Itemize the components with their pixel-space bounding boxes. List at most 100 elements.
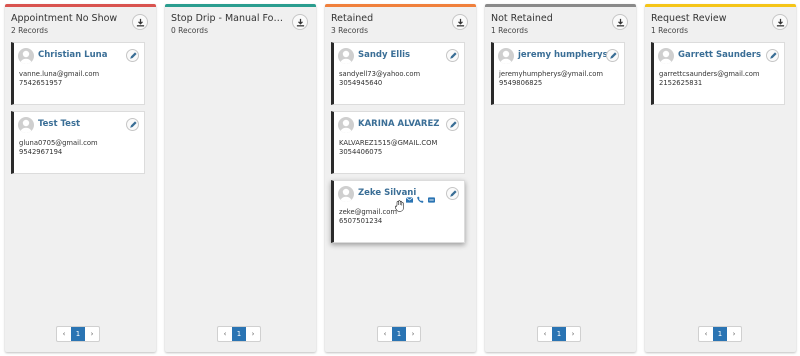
prev-page-button[interactable]: ‹ <box>378 327 392 341</box>
edit-button[interactable] <box>446 49 459 62</box>
pagination: ‹ 1 › <box>377 326 421 342</box>
column-color-bar <box>485 4 636 7</box>
contact-email: sandyell73@yahoo.com <box>339 70 421 78</box>
phone-icon[interactable] <box>417 188 424 207</box>
column-retained: Retained 3 Records Sandy Ellis sandyell7… <box>325 4 476 352</box>
card-quick-actions <box>405 188 435 207</box>
next-page-button[interactable]: › <box>406 327 420 341</box>
column-color-bar <box>325 4 476 7</box>
column-title: Appointment No Show <box>11 13 118 24</box>
download-button[interactable] <box>772 14 788 30</box>
download-icon <box>616 18 624 26</box>
prev-page-button[interactable]: ‹ <box>218 327 232 341</box>
pagination: ‹ 1 › <box>537 326 581 342</box>
download-icon <box>296 18 304 26</box>
next-page-button[interactable]: › <box>566 327 580 341</box>
record-card[interactable]: Christian Luna vanne.luna@gmail.com 7542… <box>11 42 145 105</box>
contact-email: KALVAREZ1515@GMAIL.COM <box>339 139 438 147</box>
contact-email: garrettcsaunders@gmail.com <box>659 70 760 78</box>
contact-name-link[interactable]: jeremy humpherys <box>518 50 608 60</box>
page-1-button[interactable]: 1 <box>71 327 85 341</box>
contact-phone: 3054406075 <box>339 148 383 156</box>
contact-email: zeke@gmail.com <box>339 208 397 216</box>
contact-name-link[interactable]: Garrett Saunders <box>678 50 761 60</box>
message-icon[interactable] <box>428 188 435 207</box>
next-page-button[interactable]: › <box>246 327 260 341</box>
prev-page-button[interactable]: ‹ <box>699 327 713 341</box>
column-record-count: 1 Records <box>491 26 528 35</box>
pencil-icon <box>449 51 457 59</box>
user-avatar-icon <box>338 186 354 202</box>
contact-phone: 2152625831 <box>659 79 703 87</box>
column-color-bar <box>645 4 796 7</box>
user-avatar-icon <box>498 48 514 64</box>
record-card[interactable]: KARINA ALVAREZ KALVAREZ1515@GMAIL.COM 30… <box>331 111 465 174</box>
contact-phone: 3054945640 <box>339 79 383 87</box>
column-color-bar <box>165 4 316 7</box>
page-1-button[interactable]: 1 <box>552 327 566 341</box>
pencil-icon <box>609 51 617 59</box>
download-button[interactable] <box>292 14 308 30</box>
record-card[interactable]: Garrett Saunders garrettcsaunders@gmail.… <box>651 42 785 105</box>
prev-page-button[interactable]: ‹ <box>57 327 71 341</box>
next-page-button[interactable]: › <box>727 327 741 341</box>
kanban-board: Appointment No Show 2 Records Christian … <box>0 0 800 356</box>
column-title: Stop Drip - Manual Follow ... <box>171 13 283 24</box>
user-avatar-icon <box>18 117 34 133</box>
pagination: ‹ 1 › <box>56 326 100 342</box>
contact-name-link[interactable]: Test Test <box>38 119 80 129</box>
contact-phone: 9549806825 <box>499 79 543 87</box>
column-color-bar <box>5 4 156 7</box>
contact-phone: 6507501234 <box>339 217 383 225</box>
record-card[interactable]: Sandy Ellis sandyell73@yahoo.com 3054945… <box>331 42 465 105</box>
edit-button[interactable] <box>126 49 139 62</box>
user-avatar-icon <box>658 48 674 64</box>
column-not-retained: Not Retained 1 Records jeremy humpherys … <box>485 4 636 352</box>
page-1-button[interactable]: 1 <box>392 327 406 341</box>
user-avatar-icon <box>338 48 354 64</box>
page-1-button[interactable]: 1 <box>232 327 246 341</box>
contact-name-link[interactable]: KARINA ALVAREZ <box>358 119 439 129</box>
download-button[interactable] <box>452 14 468 30</box>
column-record-count: 2 Records <box>11 26 48 35</box>
column-record-count: 3 Records <box>331 26 368 35</box>
record-card[interactable]: Test Test gluna0705@gmail.com 9542967194 <box>11 111 145 174</box>
pencil-icon <box>769 51 777 59</box>
column-title: Retained <box>331 13 374 24</box>
column-appointment-no-show: Appointment No Show 2 Records Christian … <box>5 4 156 352</box>
edit-button[interactable] <box>446 118 459 131</box>
pencil-icon <box>449 189 457 197</box>
next-page-button[interactable]: › <box>85 327 99 341</box>
pencil-icon <box>449 120 457 128</box>
edit-button[interactable] <box>126 118 139 131</box>
edit-button[interactable] <box>766 49 779 62</box>
page-1-button[interactable]: 1 <box>713 327 727 341</box>
download-icon <box>776 18 784 26</box>
record-card[interactable]: jeremy humpherys jeremyhumpherys@ymail.c… <box>491 42 625 105</box>
column-record-count: 0 Records <box>171 26 208 35</box>
user-avatar-icon <box>18 48 34 64</box>
column-title: Request Review <box>651 13 727 24</box>
pagination: ‹ 1 › <box>217 326 261 342</box>
download-icon <box>456 18 464 26</box>
contact-email: jeremyhumpherys@ymail.com <box>499 70 603 78</box>
contact-name-link[interactable]: Sandy Ellis <box>358 50 410 60</box>
column-record-count: 1 Records <box>651 26 688 35</box>
edit-button[interactable] <box>606 49 619 62</box>
pencil-icon <box>129 120 137 128</box>
contact-email: gluna0705@gmail.com <box>19 139 98 147</box>
pencil-icon <box>129 51 137 59</box>
envelope-icon[interactable] <box>405 188 414 207</box>
pagination: ‹ 1 › <box>698 326 742 342</box>
download-icon <box>136 18 144 26</box>
contact-phone: 9542967194 <box>19 148 63 156</box>
column-title: Not Retained <box>491 13 553 24</box>
grab-cursor-icon <box>395 200 404 212</box>
contact-phone: 7542651957 <box>19 79 63 87</box>
edit-button[interactable] <box>446 187 459 200</box>
download-button[interactable] <box>132 14 148 30</box>
download-button[interactable] <box>612 14 628 30</box>
contact-name-link[interactable]: Christian Luna <box>38 50 107 60</box>
prev-page-button[interactable]: ‹ <box>538 327 552 341</box>
user-avatar-icon <box>338 117 354 133</box>
